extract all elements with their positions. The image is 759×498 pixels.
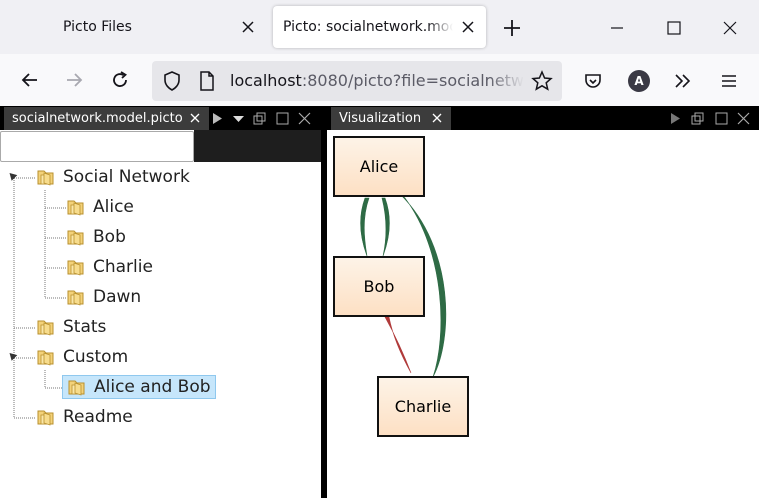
tree-item-custom[interactable]: Custom <box>36 345 128 369</box>
browser-tab-title: Picto Files <box>63 19 132 35</box>
explorer-tab-bar: socialnetwork.model.picto <box>0 106 321 130</box>
page-icon[interactable] <box>199 71 215 91</box>
visualization-tab-bar: Visualization <box>327 106 759 130</box>
close-icon[interactable] <box>460 19 476 35</box>
tree-item-label: Dawn <box>93 287 142 307</box>
maximize-icon[interactable] <box>715 112 728 125</box>
graph-edge-bob-alice <box>381 197 390 257</box>
folder-icon <box>37 320 54 336</box>
folder-icon <box>37 410 54 426</box>
visualization-tab[interactable]: Visualization <box>331 107 451 130</box>
back-arrow-icon <box>21 73 37 87</box>
forward-arrow-icon <box>67 73 83 87</box>
folder-icon <box>67 200 84 216</box>
close-icon[interactable] <box>737 112 750 125</box>
tree-item-bob[interactable]: Bob <box>66 225 126 249</box>
visualization-tab-label: Visualization <box>339 111 422 126</box>
tree-item-label: Stats <box>63 317 107 337</box>
minimize-icon[interactable] <box>605 16 629 40</box>
tree-item-stats[interactable]: Stats <box>36 315 106 339</box>
folder-icon <box>67 260 84 276</box>
browser-window: Picto Files Picto: socialnetwork.model.p… <box>0 0 759 498</box>
tree-item-label: Alice <box>93 197 134 217</box>
reload-icon <box>113 71 127 87</box>
pocket-icon[interactable] <box>583 71 603 91</box>
window-close-icon[interactable] <box>718 16 742 40</box>
folder-icon <box>37 350 54 366</box>
graph-node-label: Alice <box>359 157 399 176</box>
hamburger-menu-icon[interactable] <box>719 71 739 91</box>
model-explorer-pane: socialnetwork.model.picto Social Network… <box>0 106 321 498</box>
graph-node-label: Charlie <box>394 397 452 416</box>
close-icon[interactable] <box>298 112 311 125</box>
close-icon[interactable] <box>431 112 443 124</box>
search-input[interactable] <box>0 131 194 162</box>
tree-item-social-network[interactable]: Social Network <box>36 165 190 189</box>
graph-node-label: Bob <box>363 277 395 296</box>
account-avatar[interactable]: A <box>628 70 650 92</box>
forward-button[interactable] <box>61 67 87 93</box>
graph-edge-bob-charlie <box>384 316 412 374</box>
url-host: localhost <box>230 71 302 90</box>
browser-tab-title: Picto: socialnetwork.model.picto <box>283 19 453 35</box>
close-icon[interactable] <box>240 19 256 35</box>
scroll-right-icon[interactable] <box>211 112 224 125</box>
new-tab-plus-icon[interactable] <box>500 16 524 40</box>
restore-icon[interactable] <box>253 112 266 125</box>
maximize-icon[interactable] <box>276 112 289 125</box>
folder-icon <box>68 380 85 396</box>
tree-item-charlie[interactable]: Charlie <box>66 255 153 279</box>
browser-tab-picto-files[interactable]: Picto Files <box>0 6 268 48</box>
folder-icon <box>67 290 84 306</box>
explorer-toolbar-strip <box>194 130 321 162</box>
reload-button[interactable] <box>107 67 133 93</box>
view-menu-icon[interactable] <box>232 112 245 125</box>
tree-item-label: Bob <box>93 227 126 247</box>
url-path: :8080/picto?file=socialnetwork.model.pic… <box>301 71 524 90</box>
maximize-icon[interactable] <box>662 16 686 40</box>
tree-item-alice[interactable]: Alice <box>66 195 134 219</box>
shield-icon[interactable] <box>163 71 181 91</box>
bookmark-star-icon[interactable] <box>531 70 553 92</box>
tree-item-readme[interactable]: Readme <box>36 405 133 429</box>
url-text[interactable]: localhost:8080/picto?file=socialnetwork.… <box>230 71 524 90</box>
tree-item-label: Alice and Bob <box>94 377 211 397</box>
graph-node-bob[interactable]: Bob <box>333 256 425 317</box>
graph-node-charlie[interactable]: Charlie <box>377 376 469 437</box>
browser-tab-strip: Picto Files Picto: socialnetwork.model.p… <box>0 0 759 54</box>
restore-icon[interactable] <box>691 112 704 125</box>
graph-edge-alice-bob <box>360 197 370 257</box>
explorer-tab[interactable]: socialnetwork.model.picto <box>4 107 209 130</box>
tree-item-alice-and-bob[interactable]: Alice and Bob <box>62 375 216 399</box>
folder-icon <box>67 230 84 246</box>
visualization-pane: Alice Bob Charlie <box>327 130 759 498</box>
back-button[interactable] <box>17 67 43 93</box>
scroll-right-icon[interactable] <box>669 112 682 125</box>
explorer-tab-label: socialnetwork.model.picto <box>12 111 183 126</box>
close-icon[interactable] <box>189 112 201 124</box>
tree-item-dawn[interactable]: Dawn <box>66 285 141 309</box>
folder-icon <box>37 170 54 186</box>
tree-item-label: Readme <box>63 407 133 427</box>
tree-item-label: Charlie <box>93 257 153 277</box>
tree-item-label: Custom <box>63 347 129 367</box>
browser-tab-picto-model[interactable]: Picto: socialnetwork.model.picto <box>273 6 486 48</box>
tree-item-label: Social Network <box>63 167 190 187</box>
overflow-chevrons-icon[interactable] <box>673 71 693 91</box>
picto-workspace: socialnetwork.model.picto Social Network… <box>0 106 759 498</box>
graph-node-alice[interactable]: Alice <box>333 136 425 197</box>
